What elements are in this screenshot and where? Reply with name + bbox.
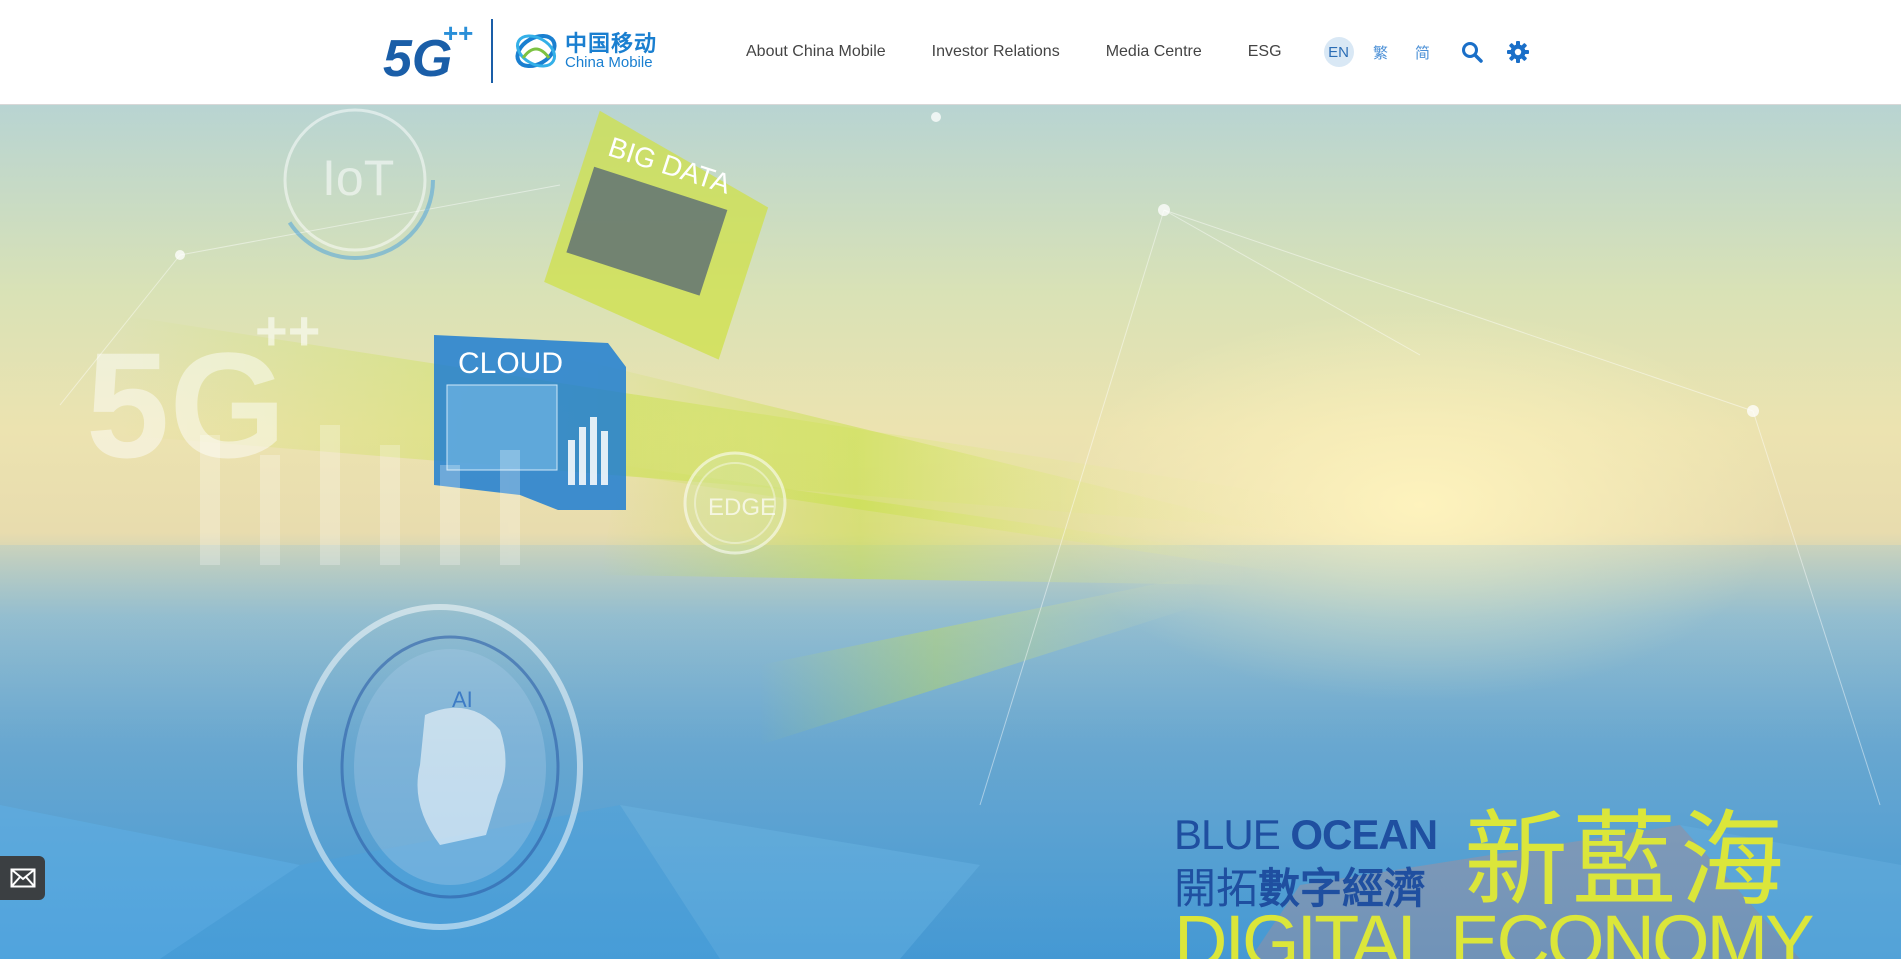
china-mobile-logo: 中国移动 China Mobile bbox=[513, 28, 657, 74]
slogan-ocean-word: OCEAN bbox=[1290, 811, 1438, 858]
mail-subscribe-button[interactable] bbox=[0, 856, 45, 900]
ai-label: AI bbox=[452, 687, 473, 712]
slogan-blue-word: BLUE bbox=[1174, 811, 1291, 858]
language-switcher: EN 繁 简 bbox=[1323, 37, 1450, 67]
nav-media-centre[interactable]: Media Centre bbox=[1106, 43, 1202, 61]
cloud-label: CLOUD bbox=[458, 347, 563, 380]
logo-divider bbox=[491, 19, 493, 83]
hero-slogan: BLUE OCEAN 開拓數字經濟 新藍海 DIGITAL ECONOMY bbox=[1174, 775, 1834, 959]
slogan-digital-economy: DIGITAL ECONOMY bbox=[1174, 900, 1815, 959]
big-data-overlay: BIG DATA bbox=[544, 110, 769, 360]
edge-overlay: EDGE bbox=[683, 451, 787, 555]
site-header: 5G ++ 中国移动 China Mobile About China Mobi… bbox=[0, 0, 1901, 105]
five-g-plus-watermark: ++ bbox=[255, 299, 320, 362]
logo-cm-english: China Mobile bbox=[565, 53, 653, 71]
logo-5g-mark: 5G ++ bbox=[383, 18, 483, 88]
main-nav: About China Mobile Investor Relations Me… bbox=[746, 0, 1542, 104]
nav-esg[interactable]: ESG bbox=[1248, 43, 1282, 61]
gear-icon[interactable] bbox=[1506, 40, 1530, 64]
iot-overlay: IoT bbox=[275, 105, 435, 260]
logo-5g-plus: ++ bbox=[443, 18, 473, 48]
lang-simplified-button[interactable]: 简 bbox=[1408, 37, 1438, 67]
cloud-overlay: CLOUD bbox=[434, 335, 626, 510]
logo-5g-text: 5G bbox=[383, 30, 452, 84]
nav-investor-relations[interactable]: Investor Relations bbox=[932, 43, 1060, 61]
lang-en-button[interactable]: EN bbox=[1323, 37, 1354, 67]
search-icon[interactable] bbox=[1460, 40, 1484, 64]
nav-about[interactable]: About China Mobile bbox=[746, 43, 886, 61]
logo-cm-chinese: 中国移动 bbox=[565, 30, 658, 56]
mail-icon bbox=[10, 868, 35, 888]
iot-label: IoT bbox=[322, 150, 394, 206]
edge-label: EDGE bbox=[708, 494, 776, 521]
ai-overlay: AI bbox=[297, 604, 583, 930]
slogan-blue-ocean: BLUE OCEAN bbox=[1174, 811, 1438, 859]
lang-traditional-button[interactable]: 繁 bbox=[1366, 37, 1396, 67]
china-mobile-emblem-icon bbox=[515, 33, 557, 69]
hero-banner[interactable]: IoT BIG DATA CLOUD 5G ++ EDGE AI BLUE OC… bbox=[0, 105, 1901, 959]
logo[interactable]: 5G ++ 中国移动 China Mobile bbox=[383, 18, 657, 88]
